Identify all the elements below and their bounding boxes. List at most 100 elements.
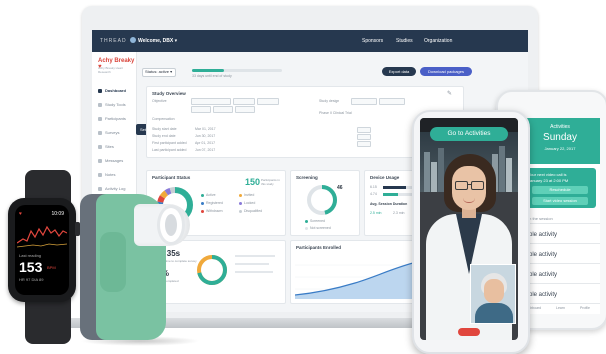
welcome-menu[interactable]: Welcome, DBX ▾ [138, 38, 177, 44]
legend-item: Locked [239, 201, 255, 205]
legend-item: Disqualified [239, 209, 262, 213]
activities-screen: Activities Sunday January 22, 2017 Your … [520, 118, 600, 314]
overview-objective-label: Objective [152, 99, 167, 103]
message-icon [98, 158, 102, 163]
legend-item: Not screened [305, 226, 331, 230]
device-usage-value: 4.74 [370, 192, 377, 196]
mouthpiece-opening [165, 214, 177, 236]
legend-label: Registered [206, 201, 223, 205]
overview-title: Study Overview [152, 91, 186, 96]
download-packages-button[interactable]: Download packages [420, 67, 472, 76]
sidebar-item-activity-log[interactable]: Activity Log [98, 186, 125, 191]
legend-label: Screened [310, 219, 325, 223]
legend-label: Disqualified [244, 209, 263, 213]
book [431, 162, 437, 192]
placeholder-line [235, 271, 273, 273]
notice-date: January 23 at 2:00 PM [528, 178, 569, 183]
field-label: Study end date [152, 134, 176, 138]
notes-icon [98, 172, 102, 177]
glasses-bridge [467, 184, 471, 185]
study-design-label: Study design [319, 99, 340, 103]
go-to-activities-button[interactable]: Go to Activities [430, 127, 508, 141]
sidebar-item-label: Messages [105, 158, 124, 163]
device-usage-bar-fill [383, 193, 399, 196]
legend-item: Screened [305, 219, 325, 223]
sidebar-item-dashboard[interactable]: Dashboard [98, 88, 126, 93]
log-icon [98, 186, 102, 191]
legend-swatch [201, 193, 204, 197]
activity-item[interactable]: mple activity [520, 266, 600, 284]
watch-unit: BPM [47, 265, 56, 270]
legend-label: Active [206, 193, 216, 197]
activity-item[interactable]: mple activity [520, 286, 600, 304]
legend-swatch [239, 201, 242, 205]
nav-sponsors[interactable]: Sponsors [362, 38, 383, 44]
objective-chip [191, 106, 211, 113]
field-value: Mar 01, 2017 [195, 127, 216, 131]
survey-completion-donut [197, 255, 227, 285]
watch-band [25, 298, 71, 344]
survey-time-card: 4m 35s Average time to complete survey 9… [146, 240, 286, 304]
design-chip [379, 98, 405, 105]
option-checkbox[interactable] [357, 134, 371, 140]
nav-organization[interactable]: Organization [424, 38, 452, 44]
field-label: Study start date [152, 127, 177, 131]
watch-screen: ♥ 10:09 Last reading 153 BPM HR 97 DIA 8… [15, 205, 69, 295]
activities-day: Sunday [543, 132, 577, 143]
edit-icon[interactable]: ✎ [447, 90, 452, 97]
activities-header: Activities [550, 124, 570, 130]
avatar[interactable] [130, 37, 136, 43]
activity-item[interactable]: mple activity [520, 226, 600, 244]
objective-chip [257, 98, 279, 105]
field-label: Last participant added [152, 148, 187, 152]
avg-session-value: 2.3 min [393, 211, 405, 215]
study-progress-bar [192, 69, 282, 72]
export-data-button[interactable]: Export data [382, 67, 416, 76]
screening-donut [307, 185, 337, 215]
join-session-link[interactable]: Join the session [520, 214, 600, 224]
watch-reading: 153 [19, 259, 43, 275]
watch-time: 10:09 [51, 211, 64, 217]
end-call-button[interactable] [458, 328, 480, 336]
option-checkbox[interactable] [357, 141, 371, 147]
nav-studies[interactable]: Studies [396, 38, 413, 44]
patient-video-thumbnail[interactable] [470, 264, 516, 324]
option-checkbox[interactable] [357, 127, 371, 133]
field-value: Jun 07, 2017 [195, 148, 216, 152]
brand-logo[interactable]: THREAD [100, 38, 127, 44]
activities-hero: Activities Sunday January 22, 2017 [520, 118, 600, 164]
tab-profile[interactable]: Profile [580, 306, 590, 310]
activity-item[interactable]: mple activity [520, 246, 600, 264]
field-value: Jun 30, 2017 [195, 134, 216, 138]
field-value: Apr 01, 2017 [195, 141, 216, 145]
objective-chip [235, 106, 255, 113]
device-usage-bar [383, 186, 415, 189]
legend-item: Registered [201, 201, 223, 205]
glasses-icon [471, 181, 484, 190]
enrolled-title: Participants Enrolled [296, 245, 342, 250]
enrolled-area-chart [295, 262, 413, 299]
legend-item: Withdrawn [201, 209, 223, 213]
sidebar-item-notes[interactable]: Notes [98, 172, 115, 177]
compensation-label: Compensation [152, 117, 175, 121]
sidebar-item-surveys[interactable]: Surveys [98, 130, 119, 135]
tools-icon [98, 102, 102, 107]
legend-swatch [201, 209, 204, 213]
sidebar-item-study-tools[interactable]: Study Tools [98, 102, 126, 107]
sidebar-item-messages[interactable]: Messages [98, 158, 123, 163]
study-progress-text: 33 days until end of study [192, 74, 232, 78]
sites-icon [98, 144, 102, 149]
participant-total: 150 [245, 177, 261, 187]
sidebar-item-label: Participants [105, 116, 126, 121]
field-label: First participant added [152, 141, 187, 145]
dashboard-icon [98, 88, 102, 93]
objective-chip [191, 98, 231, 105]
legend-swatch [201, 201, 204, 205]
tab-learn[interactable]: Learn [556, 306, 565, 310]
sidebar-item-participants[interactable]: Participants [98, 116, 126, 121]
sidebar-item-sites[interactable]: Sites [98, 144, 114, 149]
start-video-button[interactable]: Start video session [532, 197, 588, 205]
reschedule-button[interactable]: Reschedule [532, 186, 588, 194]
dashboard-topbar: THREAD Welcome, DBX ▾ Sponsors Studies O… [92, 30, 528, 52]
status-select[interactable]: Status: active ▾ [142, 68, 176, 77]
